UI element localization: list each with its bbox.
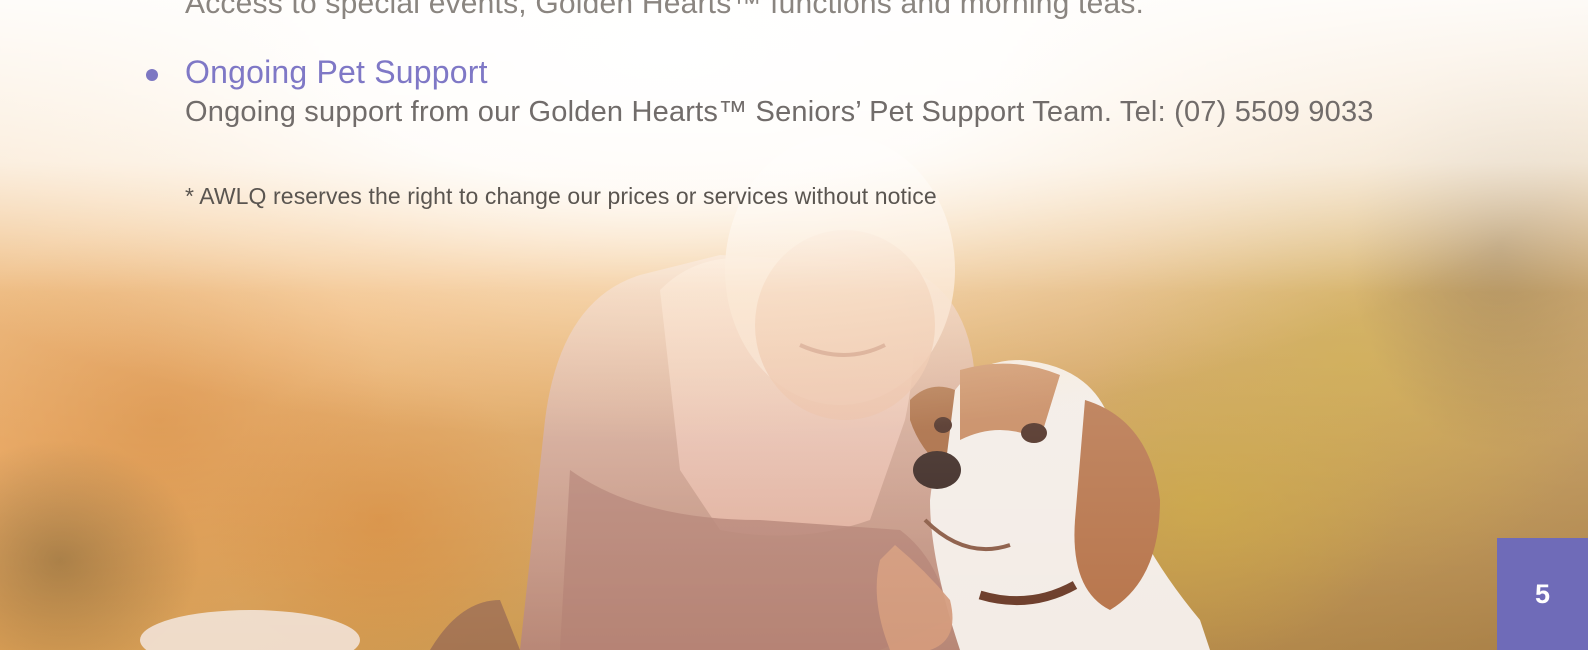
bullet-icon [146, 69, 158, 81]
page-number-badge: 5 [1497, 538, 1588, 650]
page-content: Access to special events, Golden Hearts™… [0, 0, 1588, 650]
price-disclaimer: * AWLQ reserves the right to change our … [185, 183, 937, 209]
page-number: 5 [1534, 578, 1551, 609]
item-heading: Ongoing Pet Support [185, 54, 488, 90]
item-description: Ongoing support from our Golden Hearts™ … [185, 96, 1374, 128]
previous-item-text: Access to special events, Golden Hearts™… [185, 0, 1145, 20]
